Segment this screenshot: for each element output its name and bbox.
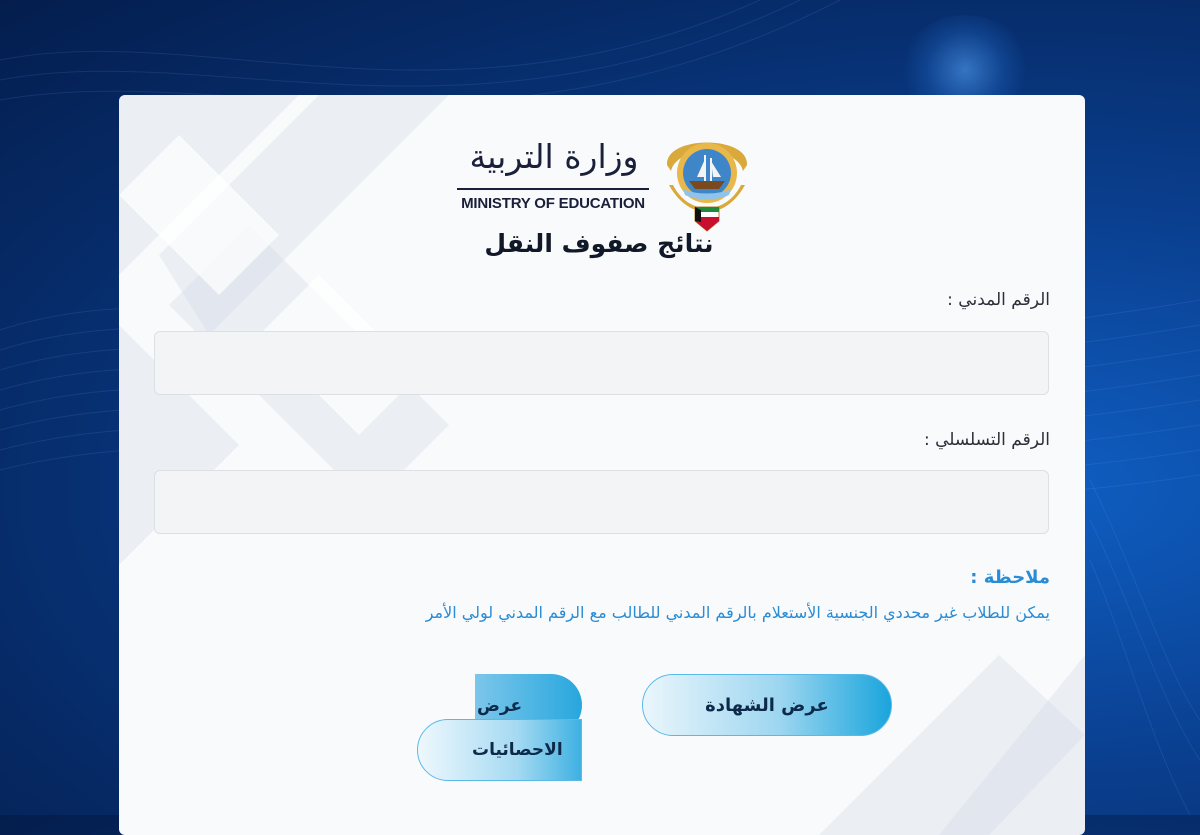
note-title: ملاحظة : [970,567,1050,588]
show-statistics-button[interactable]: عرض الاحصائيات [417,674,587,784]
civil-id-label: الرقم المدني : [947,290,1050,310]
ministry-name-english: MINISTRY OF EDUCATION [461,195,645,212]
login-card: وزارة التربية MINISTRY OF EDUCATION نتائ… [119,95,1085,835]
civil-id-input[interactable] [154,331,1049,395]
statistics-button-label-line2: الاحصائيات [472,740,563,760]
statistics-button-label-line1: عرض [477,696,523,716]
ministry-logo: وزارة التربية MINISTRY OF EDUCATION [449,125,759,235]
serial-number-input[interactable] [154,470,1049,534]
ministry-name-arabic: وزارة التربية [469,137,639,176]
show-certificate-button[interactable]: عرض الشهادة [642,674,892,736]
note-text: يمكن للطلاب غير محددي الجنسية الأستعلام … [425,603,1050,622]
page-title: نتائج صفوف النقل [484,229,714,258]
logo-divider [457,188,649,190]
serial-number-label: الرقم التسلسلي : [923,430,1050,450]
kuwait-emblem-icon [666,142,748,232]
